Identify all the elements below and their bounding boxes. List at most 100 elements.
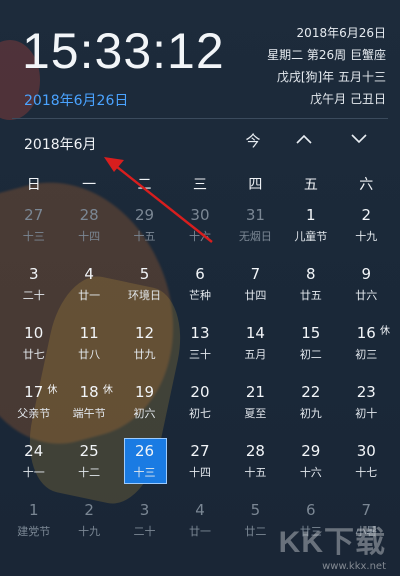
calendar-day[interactable]: 30 十六: [172, 202, 227, 261]
lunar-label: 十九: [355, 230, 378, 243]
day-number: 5: [139, 265, 150, 283]
day-number: 27: [24, 206, 44, 224]
day-number: 6: [195, 265, 205, 283]
day-number: 20: [190, 383, 210, 401]
calendar-day[interactable]: 12 廿九: [117, 320, 172, 379]
lunar-label: 十七: [355, 466, 378, 479]
calendar-day[interactable]: 20 初七: [172, 379, 227, 438]
watermark: KK下载 www.kkx.net: [279, 517, 386, 572]
day-number: 2: [84, 501, 94, 519]
calendar-day[interactable]: 4 廿一: [172, 497, 227, 556]
day-number: 9: [361, 265, 372, 283]
lunar-label: 初七: [188, 407, 211, 420]
calendar-day[interactable]: 5 廿二: [228, 497, 283, 556]
lunar-label: 环境日: [128, 289, 162, 302]
month-title[interactable]: 2018年6月: [24, 134, 97, 154]
calendar-day[interactable]: 29 十五: [117, 202, 172, 261]
clock-header: 15:33:12 2018年6月26日 2018年6月26日 星期二 第26周 …: [0, 0, 400, 118]
day-number: 28: [245, 442, 265, 460]
day-number: 19: [135, 383, 155, 401]
calendar-day-today[interactable]: 26 十三: [117, 438, 172, 497]
holiday-rest-badge: 休: [47, 385, 58, 396]
lunar-label: 五月: [244, 348, 267, 361]
calendar-day[interactable]: 10 廿七: [6, 320, 61, 379]
weekday-label: 四: [248, 177, 263, 193]
calendar-day[interactable]: 23 初十: [339, 379, 394, 438]
calendar-day[interactable]: 27 十四: [172, 438, 227, 497]
calendar-day[interactable]: 8 廿五: [283, 261, 338, 320]
day-number: 8: [306, 265, 316, 283]
calendar-day[interactable]: 28 十五: [228, 438, 283, 497]
calendar-day[interactable]: 13 三十: [172, 320, 227, 379]
day-number: 15: [301, 324, 321, 342]
lunar-label: 十四: [188, 466, 211, 479]
lunar-label: 初九: [299, 407, 322, 420]
calendar-week-row: 10 廿七 11 廿八 12 廿九 13 三十 14 五月 15 初二 16 初三休: [6, 320, 394, 379]
day-number: 10: [24, 324, 44, 342]
calendar-day[interactable]: 31 无烟日: [228, 202, 283, 261]
calendar-day[interactable]: 6 芒种: [172, 261, 227, 320]
day-number: 3: [139, 501, 150, 519]
weekday-label: 二: [137, 177, 152, 193]
calendar-day[interactable]: 5 环境日: [117, 261, 172, 320]
lunar-year-date: 戊戌[狗]年 五月十三: [276, 70, 386, 84]
calendar-day[interactable]: 4 廿一: [61, 261, 116, 320]
calendar-day[interactable]: 29 十六: [283, 438, 338, 497]
next-month-button[interactable]: [346, 130, 372, 149]
calendar-day[interactable]: 14 五月: [228, 320, 283, 379]
calendar-day[interactable]: 19 初六: [117, 379, 172, 438]
calendar-day[interactable]: 1 儿童节: [283, 202, 338, 261]
calendar-panel: 2018年6月 今 日 一 二 三 四 五 六 27 十三 28 十四 29 十五 30 十六…: [0, 118, 400, 576]
calendar-day[interactable]: 25 十二: [61, 438, 116, 497]
lunar-label: 十五: [244, 466, 267, 479]
gregorian-date: 2018年6月26日: [296, 26, 386, 40]
calendar-day[interactable]: 30 十七: [339, 438, 394, 497]
weekday-label: 一: [82, 177, 97, 193]
day-number: 25: [79, 442, 99, 460]
day-number: 14: [245, 324, 265, 342]
holiday-rest-badge: 休: [102, 385, 113, 396]
day-number: 3: [28, 265, 39, 283]
weekday-header: 日 一 二 三 四 五 六: [6, 174, 394, 194]
holiday-rest-badge: 休: [379, 326, 390, 337]
lunar-label: 廿四: [244, 289, 267, 302]
day-number: 1: [28, 501, 39, 519]
calendar-day[interactable]: 7 廿四: [228, 261, 283, 320]
chevron-down-icon: [351, 134, 367, 144]
lunar-label: 三十: [188, 348, 211, 361]
date-link[interactable]: 2018年6月26日: [24, 90, 128, 110]
calendar-day[interactable]: 15 初二: [283, 320, 338, 379]
watermark-logo: KK下载: [278, 526, 386, 559]
calendar-day[interactable]: 3 二十: [6, 261, 61, 320]
lunar-label: 初六: [133, 407, 156, 420]
prev-month-button[interactable]: [291, 130, 317, 149]
day-number: 12: [135, 324, 155, 342]
day-number: 4: [195, 501, 205, 519]
lunar-label: 廿二: [244, 525, 267, 538]
calendar-week-row: 3 二十 4 廿一 5 环境日 6 芒种 7 廿四 8 廿五 9 廿六: [6, 261, 394, 320]
lunar-label: 儿童节: [294, 230, 328, 243]
calendar-week-row: 17 父亲节休 18 端午节休 19 初六 20 初七 21 夏至 22 初九 23 初十: [6, 379, 394, 438]
day-number: 5: [250, 501, 261, 519]
calendar-day[interactable]: 2 十九: [339, 202, 394, 261]
day-number: 31: [245, 206, 265, 224]
calendar-day[interactable]: 3 二十: [117, 497, 172, 556]
chevron-up-icon: [296, 134, 312, 144]
calendar-day[interactable]: 17 父亲节休: [6, 379, 61, 438]
calendar-day[interactable]: 28 十四: [61, 202, 116, 261]
calendar-day[interactable]: 16 初三休: [339, 320, 394, 379]
calendar-day[interactable]: 27 十三: [6, 202, 61, 261]
calendar-day[interactable]: 21 夏至: [228, 379, 283, 438]
today-button[interactable]: 今: [240, 130, 266, 151]
calendar-day[interactable]: 11 廿八: [61, 320, 116, 379]
calendar-day[interactable]: 1 建党节: [6, 497, 61, 556]
calendar-day[interactable]: 18 端午节休: [61, 379, 116, 438]
day-number: 21: [245, 383, 265, 401]
calendar-day[interactable]: 24 十一: [6, 438, 61, 497]
calendar-day[interactable]: 2 十九: [61, 497, 116, 556]
lunar-label: 端午节: [72, 407, 106, 420]
day-number: 28: [79, 206, 99, 224]
calendar-day[interactable]: 22 初九: [283, 379, 338, 438]
calendar-day[interactable]: 9 廿六: [339, 261, 394, 320]
day-number: 4: [84, 265, 94, 283]
